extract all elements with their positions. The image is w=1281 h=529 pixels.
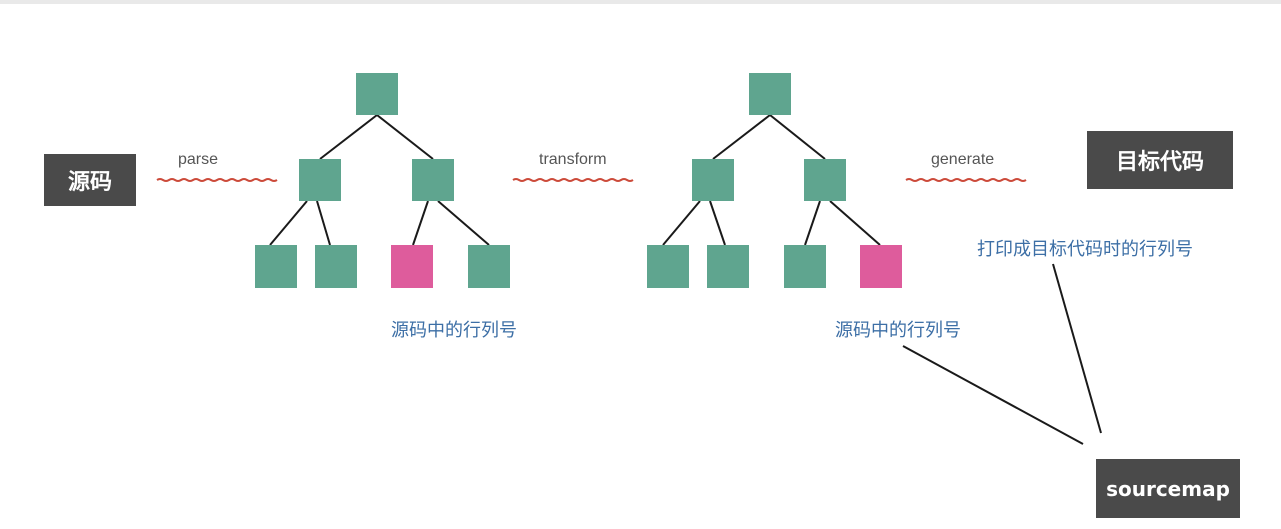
parse-label: parse <box>178 151 219 168</box>
target-position-label: 打印成目标代码时的行列号 <box>977 239 1193 260</box>
source-position-label-right: 源码中的行列号 <box>835 320 961 341</box>
tree-node <box>707 245 749 288</box>
generate-underline <box>905 178 1027 182</box>
source-code-label: 源码 <box>67 170 112 195</box>
tree-node <box>299 159 341 201</box>
tree-node <box>647 245 689 288</box>
tree-node <box>255 245 297 288</box>
tree-node-highlight <box>860 245 902 288</box>
generate-label: generate <box>931 151 995 168</box>
tree-node <box>749 73 791 115</box>
parse-underline <box>156 178 278 182</box>
transform-label: transform <box>539 151 607 168</box>
step-underlines <box>156 178 1027 182</box>
tree-node <box>692 159 734 201</box>
tree-node <box>315 245 357 288</box>
tree-right <box>647 73 902 288</box>
source-position-label-left: 源码中的行列号 <box>391 320 517 341</box>
sourcemap-label: sourcemap <box>1106 476 1230 501</box>
source-code-box: 源码 <box>44 154 136 206</box>
sourcemap-connectors <box>902 263 1102 445</box>
tree-node <box>784 245 826 288</box>
tree-node-highlight <box>391 245 433 288</box>
tree-left <box>255 73 510 288</box>
target-code-label: 目标代码 <box>1115 150 1204 175</box>
transform-underline <box>512 178 634 182</box>
tree-node <box>356 73 398 115</box>
tree-node <box>412 159 454 201</box>
ast-diagram <box>156 73 1102 445</box>
tree-node <box>468 245 510 288</box>
target-code-box: 目标代码 <box>1087 131 1233 189</box>
tree-node <box>804 159 846 201</box>
sourcemap-box: sourcemap <box>1096 459 1240 518</box>
